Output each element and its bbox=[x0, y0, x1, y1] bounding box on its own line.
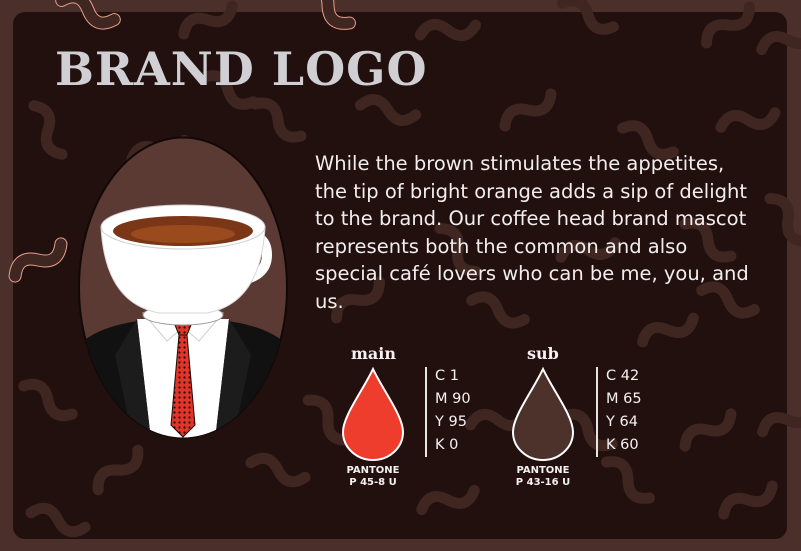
coffee-head-mascot bbox=[78, 136, 288, 439]
brand-description: While the brown stimulates the appetites… bbox=[315, 152, 749, 313]
main-swatch-label: main bbox=[351, 344, 397, 363]
sub-divider bbox=[596, 367, 598, 457]
main-color-drop-icon bbox=[341, 366, 405, 462]
sub-pantone: PANTONE P 43-16 U bbox=[515, 465, 571, 488]
page-title: BRAND LOGO bbox=[55, 42, 428, 96]
main-cmyk-values: C 1 M 90 Y 95 K 0 bbox=[435, 368, 471, 453]
sub-color-drop-icon bbox=[511, 366, 575, 462]
main-pantone: PANTONE P 45-8 U bbox=[346, 465, 400, 488]
sub-cmyk-values: C 42 M 65 Y 64 K 60 bbox=[606, 368, 642, 453]
sub-swatch-label: sub bbox=[527, 344, 559, 363]
main-divider bbox=[425, 367, 427, 457]
